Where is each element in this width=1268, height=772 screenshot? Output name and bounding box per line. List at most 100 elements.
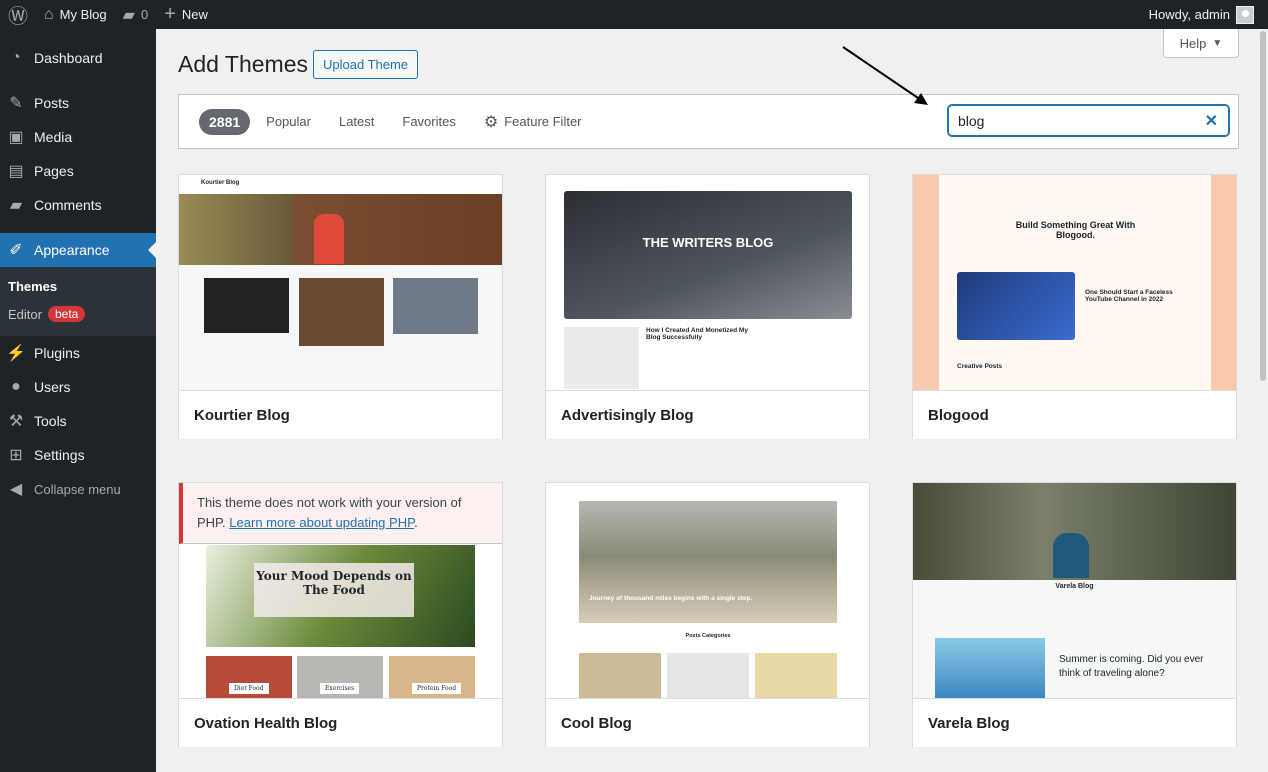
preview-site-title: Kourtier Blog [179,175,502,194]
submenu-label: Themes [8,279,58,294]
sidebar-item-posts[interactable]: ✎ Posts [0,86,156,120]
submenu-themes[interactable]: Themes [0,273,156,300]
site-name-link[interactable]: ⌂ My Blog [36,0,115,29]
theme-screenshot: THE WRITERS BLOG How I Created And Monet… [546,175,869,391]
sidebar-item-pages[interactable]: ▤ Pages [0,154,156,188]
tab-popular[interactable]: Popular [266,114,311,129]
new-label: New [181,7,208,22]
howdy-text: Howdy, admin [1148,7,1230,22]
sidebar-item-label: Appearance [34,242,110,258]
page-title: Add Themes [178,51,308,77]
beta-badge: beta [47,306,86,322]
theme-name: Cool Blog [546,699,869,747]
pin-icon: ✎ [9,95,23,112]
scrollbar[interactable] [1258,29,1268,772]
appearance-submenu: Themes Editor beta [0,267,156,336]
preview-site-title: Varela Blog [1055,583,1094,590]
php-incompatibility-notice: This theme does not work with your versi… [179,483,502,544]
collapse-menu-button[interactable]: ◀ Collapse menu [0,472,156,506]
feature-filter-label: Feature Filter [504,114,582,129]
tab-latest[interactable]: Latest [339,114,374,129]
theme-card[interactable]: Varela Blog Summer is coming. Did you ev… [912,482,1237,747]
sidebar-item-dashboard[interactable]: ◔ Dashboard [0,41,156,75]
sidebar-item-plugins[interactable]: ⚡ Plugins [0,336,156,370]
theme-screenshot: Kourtier Blog [179,175,502,391]
sidebar-item-label: Media [34,129,73,145]
preview-category: Exercises [320,683,360,694]
scrollbar-thumb[interactable] [1260,31,1266,381]
preview-headline: Journey of thousand miles begins with a … [589,595,753,602]
caret-down-icon: ▼ [1212,37,1223,49]
sidebar-item-label: Users [34,379,71,395]
account-menu[interactable]: Howdy, admin [1149,0,1254,29]
sidebar-item-label: Comments [34,197,102,213]
preview-category: Protein Food [412,683,462,694]
plus-icon: + [164,3,176,25]
theme-name: Ovation Health Blog [179,699,502,747]
pages-icon: ▤ [8,163,24,180]
theme-card[interactable]: Kourtier Blog Kourtier Blog [178,174,503,439]
preview-headline: Your Mood Depends on The Food [254,563,414,617]
brush-icon: ✐ [9,242,23,259]
theme-card[interactable]: THE WRITERS BLOG How I Created And Monet… [545,174,870,439]
preview-headline: THE WRITERS BLOG [642,235,774,250]
theme-screenshot: Varela Blog Summer is coming. Did you ev… [913,483,1236,699]
wordpress-logo-button[interactable]: Ⓦ [0,0,36,29]
theme-screenshot: Journey of thousand miles begins with a … [546,483,869,699]
sidebar-item-label: Plugins [34,345,80,361]
theme-name: Varela Blog [913,699,1236,747]
sidebar-item-label: Collapse menu [34,481,121,497]
user-icon: ● [11,378,21,395]
comment-icon: ▰ [122,6,135,24]
search-input[interactable]: blog ✕ [948,105,1229,136]
theme-card[interactable]: Journey of thousand miles begins with a … [545,482,870,747]
preview-post-title: How I Created And Monetized My Blog Succ… [646,327,748,341]
sidebar-item-label: Settings [34,447,85,463]
search-value: blog [958,112,985,129]
media-icon: ▣ [8,129,24,146]
sidebar-item-tools[interactable]: ⚒ Tools [0,404,156,438]
preview-section: Creative Posts [957,363,1003,370]
sidebar-item-label: Dashboard [34,50,103,66]
theme-name: Blogood [913,391,1236,439]
dashboard-icon: ◔ [11,49,21,66]
site-name: My Blog [59,7,107,22]
wordpress-icon: Ⓦ [8,6,28,28]
help-button[interactable]: Help ▼ [1163,29,1239,58]
theme-count: 2881 [199,108,251,135]
collapse-icon: ◀ [9,481,23,498]
sidebar-item-label: Posts [34,95,70,111]
comment-count: 0 [140,7,149,22]
sidebar: ◔ Dashboard ✎ Posts ▣ Media ▤ Pages ▰ Comment… [0,29,156,772]
sidebar-item-appearance[interactable]: ✐ Appearance [0,233,156,267]
sidebar-item-comments[interactable]: ▰ Comments [0,188,156,222]
wrench-icon: ⚒ [8,413,24,430]
comments-link[interactable]: ▰ 0 [115,0,157,29]
sidebar-item-users[interactable]: ● Users [0,370,156,404]
home-icon: ⌂ [44,5,54,23]
preview-post-title: One Should Start a Faceless YouTube Chan… [1085,289,1173,303]
preview-section: Posts Categories [685,633,731,639]
gear-icon: ⚙ [483,113,499,131]
admin-bar: Ⓦ ⌂ My Blog ▰ 0 + New Howdy, admin [0,0,1268,29]
sidebar-item-label: Tools [34,413,67,429]
feature-filter-button[interactable]: ⚙ Feature Filter [484,112,582,132]
sidebar-item-label: Pages [34,163,74,179]
sidebar-item-media[interactable]: ▣ Media [0,120,156,154]
filter-bar: 2881 Popular Latest Favorites ⚙ Feature F… [178,94,1239,149]
learn-more-php-link[interactable]: Learn more about updating PHP [229,515,414,530]
submenu-editor[interactable]: Editor beta [0,300,156,328]
tab-favorites[interactable]: Favorites [402,114,455,129]
theme-screenshot: Build Something Great With Blogood. One … [913,175,1236,391]
help-label: Help [1179,35,1207,51]
clear-search-icon[interactable]: ✕ [1205,111,1218,131]
comment-icon: ▰ [9,197,23,214]
settings-icon: ⊞ [9,447,23,464]
upload-theme-button[interactable]: Upload Theme [313,50,419,79]
preview-headline: Build Something Great With Blogood. [1015,220,1136,240]
theme-card[interactable]: This theme does not work with your versi… [178,482,503,747]
new-content-link[interactable]: + New [156,0,216,29]
plugin-icon: ⚡ [6,345,26,362]
theme-card[interactable]: Build Something Great With Blogood. One … [912,174,1237,439]
sidebar-item-settings[interactable]: ⊞ Settings [0,438,156,472]
